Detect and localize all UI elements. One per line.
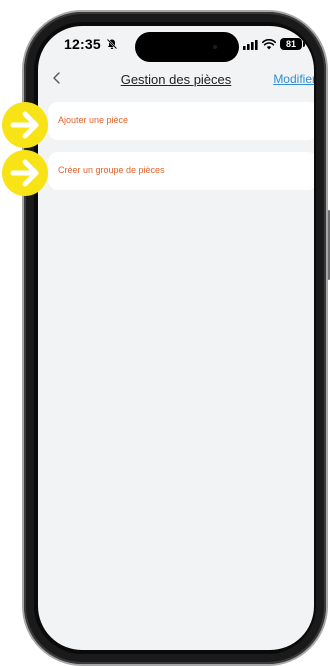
camera-dot — [213, 45, 217, 49]
create-room-group-item[interactable]: Créer un groupe de pièces — [48, 152, 314, 190]
arrow-right-icon — [10, 159, 39, 187]
battery-tip — [303, 41, 305, 47]
arrow-right-icon — [10, 111, 39, 139]
arrow-marker-2 — [2, 150, 48, 196]
battery-icon: 81 — [280, 38, 302, 50]
edit-button[interactable]: Modifier — [273, 72, 314, 86]
list-item-label: Créer un groupe de pièces — [58, 165, 165, 175]
wifi-icon — [262, 39, 276, 50]
signal-icon — [243, 40, 258, 50]
phone-screen: 12:35 81 Gestion des pièces Modifier Ajo… — [38, 26, 314, 650]
device-stage: 12:35 81 Gestion des pièces Modifier Ajo… — [0, 0, 330, 666]
dynamic-island — [135, 32, 239, 62]
arrow-marker-1 — [2, 102, 48, 148]
bell-muted-icon — [106, 38, 118, 50]
status-time: 12:35 — [64, 36, 101, 52]
list-item-label: Ajouter une pièce — [58, 115, 129, 125]
add-room-item[interactable]: Ajouter une pièce — [48, 102, 314, 140]
